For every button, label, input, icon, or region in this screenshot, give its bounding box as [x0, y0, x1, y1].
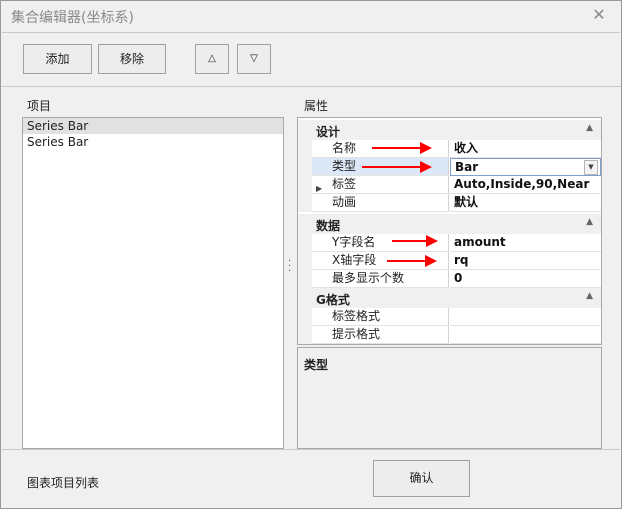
- category-label: 数据: [316, 219, 341, 233]
- property-name-text: 标签: [332, 177, 357, 191]
- collapse-icon[interactable]: ▲: [586, 291, 593, 301]
- properties-header: 属性: [304, 99, 329, 113]
- property-row-y-field[interactable]: Y字段名 amount: [298, 234, 601, 252]
- category-design[interactable]: 设计 ▲: [298, 120, 601, 140]
- collapse-icon[interactable]: ▲: [586, 217, 593, 227]
- close-icon[interactable]: ✕: [589, 5, 609, 25]
- property-description-panel: 类型: [297, 347, 602, 449]
- move-down-button[interactable]: ▽: [237, 44, 271, 74]
- items-list-caption: 图表项目列表: [27, 476, 100, 490]
- category-format[interactable]: G格式 ▲: [298, 288, 601, 308]
- property-value[interactable]: 收入: [450, 140, 601, 158]
- property-row-max-count[interactable]: 最多显示个数 0: [298, 270, 601, 288]
- property-row-animation[interactable]: 动画 默认: [298, 194, 601, 212]
- confirm-button[interactable]: 确认: [373, 460, 470, 497]
- splitter-grip-icon[interactable]: · · ·: [288, 257, 292, 277]
- items-list[interactable]: Series Bar Series Bar: [22, 117, 284, 449]
- property-value[interactable]: Auto,Inside,90,Near: [450, 176, 601, 194]
- annotation-arrow: [372, 142, 432, 154]
- collection-editor-window: 集合编辑器(坐标系) ✕ 添加 移除 △ ▽ 项目 属性 Series Bar …: [0, 0, 622, 509]
- property-value-text: Bar: [455, 160, 479, 174]
- property-value[interactable]: rq: [450, 252, 601, 270]
- divider: [2, 449, 620, 450]
- list-item[interactable]: Series Bar: [23, 118, 283, 134]
- property-value[interactable]: [450, 308, 601, 326]
- property-name: 动画: [312, 194, 449, 212]
- description-title: 类型: [304, 358, 329, 372]
- property-row-x-field[interactable]: X轴字段 rq: [298, 252, 601, 270]
- category-label: 设计: [316, 125, 341, 139]
- category-label: G格式: [316, 293, 350, 307]
- annotation-arrow: [387, 255, 437, 267]
- collapse-icon[interactable]: ▲: [586, 123, 593, 133]
- category-data[interactable]: 数据 ▲: [298, 214, 601, 234]
- property-value[interactable]: amount: [450, 234, 601, 252]
- window-title: 集合编辑器(坐标系): [11, 10, 134, 26]
- property-name: 最多显示个数: [312, 270, 449, 288]
- property-row-label[interactable]: ▶ 标签 Auto,Inside,90,Near: [298, 176, 601, 194]
- property-value[interactable]: Bar ▼: [450, 158, 601, 176]
- toolbar: 添加 移除 △ ▽: [1, 33, 621, 87]
- property-name: 标签格式: [312, 308, 449, 326]
- property-value[interactable]: 0: [450, 270, 601, 288]
- property-value[interactable]: [450, 326, 601, 344]
- list-item[interactable]: Series Bar: [23, 134, 283, 150]
- remove-button[interactable]: 移除: [98, 44, 166, 74]
- property-row-tooltip-format[interactable]: 提示格式: [298, 326, 601, 344]
- dropdown-icon[interactable]: ▼: [584, 160, 598, 175]
- property-row-label-format[interactable]: 标签格式: [298, 308, 601, 326]
- property-grid: 设计 ▲ 名称 收入 类型 Bar ▼ ▶ 标签 Auto,Inside,90,…: [297, 117, 602, 345]
- add-button[interactable]: 添加: [23, 44, 92, 74]
- title-bar: 集合编辑器(坐标系) ✕: [1, 1, 621, 31]
- annotation-arrow: [392, 235, 438, 247]
- property-value[interactable]: 默认: [450, 194, 601, 212]
- annotation-arrow: [362, 161, 432, 173]
- property-row-type[interactable]: 类型 Bar ▼: [298, 158, 601, 176]
- property-name: ▶ 标签: [312, 176, 449, 194]
- move-up-button[interactable]: △: [195, 44, 229, 74]
- property-row-name[interactable]: 名称 收入: [298, 140, 601, 158]
- property-name: 提示格式: [312, 326, 449, 344]
- items-header: 项目: [27, 99, 52, 113]
